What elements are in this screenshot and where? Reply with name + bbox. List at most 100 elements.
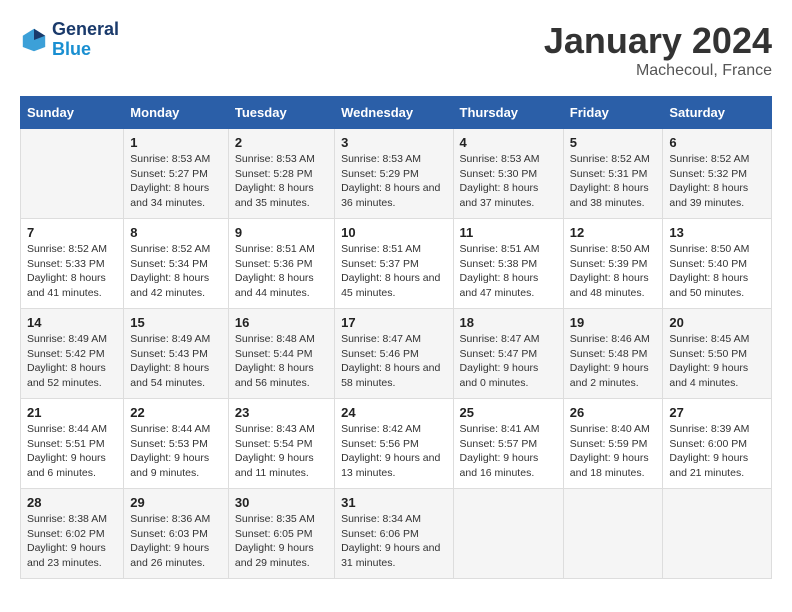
day-number: 28 [27, 495, 117, 510]
calendar-cell [563, 489, 663, 579]
day-info: Sunrise: 8:35 AMSunset: 6:05 PMDaylight:… [235, 512, 328, 571]
calendar-cell: 24Sunrise: 8:42 AMSunset: 5:56 PMDayligh… [335, 399, 453, 489]
calendar-cell: 28Sunrise: 8:38 AMSunset: 6:02 PMDayligh… [21, 489, 124, 579]
day-info: Sunrise: 8:41 AMSunset: 5:57 PMDaylight:… [460, 422, 557, 481]
day-info: Sunrise: 8:34 AMSunset: 6:06 PMDaylight:… [341, 512, 446, 571]
day-info: Sunrise: 8:49 AMSunset: 5:43 PMDaylight:… [130, 332, 222, 391]
weekday-header: Thursday [453, 97, 563, 129]
calendar-cell: 21 Sunrise: 8:44 AMSunset: 5:51 PMDayligh… [21, 399, 124, 489]
calendar-cell: 17 Sunrise: 8:47 AMSunset: 5:46 PMDayligh… [335, 309, 453, 399]
day-number: 29 [130, 495, 222, 510]
day-info: Sunrise: 8:47 AMSunset: 5:47 PMDaylight:… [460, 332, 557, 391]
calendar-cell: 4Sunrise: 8:53 AMSunset: 5:30 PMDaylight… [453, 129, 563, 219]
calendar-week-row: 14 Sunrise: 8:49 AMSunset: 5:42 PMDayligh… [21, 309, 772, 399]
weekday-header: Saturday [663, 97, 772, 129]
calendar-cell: 31Sunrise: 8:34 AMSunset: 6:06 PMDayligh… [335, 489, 453, 579]
day-info: Sunrise: 8:46 AMSunset: 5:48 PMDaylight:… [570, 332, 657, 391]
day-number: 7 [27, 225, 117, 240]
day-info: Sunrise: 8:47 AMSunset: 5:46 PMDaylight:… [341, 332, 446, 391]
day-number: 5 [570, 135, 657, 150]
calendar-cell: 12 Sunrise: 8:50 AMSunset: 5:39 PMDayligh… [563, 219, 663, 309]
calendar-cell: 8 Sunrise: 8:52 AMSunset: 5:34 PMDaylight… [124, 219, 229, 309]
day-info: Sunrise: 8:51 AMSunset: 5:36 PMDaylight:… [235, 242, 328, 301]
day-info: Sunrise: 8:42 AMSunset: 5:56 PMDaylight:… [341, 422, 446, 481]
day-number: 13 [669, 225, 765, 240]
day-number: 3 [341, 135, 446, 150]
day-info: Sunrise: 8:50 AMSunset: 5:39 PMDaylight:… [570, 242, 657, 301]
day-info: Sunrise: 8:51 AMSunset: 5:38 PMDaylight:… [460, 242, 557, 301]
calendar-cell: 22 Sunrise: 8:44 AMSunset: 5:53 PMDayligh… [124, 399, 229, 489]
location: Machecoul, France [544, 62, 772, 80]
calendar-week-row: 28Sunrise: 8:38 AMSunset: 6:02 PMDayligh… [21, 489, 772, 579]
logo: GeneralBlue [20, 20, 119, 60]
day-number: 30 [235, 495, 328, 510]
calendar-cell: 13Sunrise: 8:50 AMSunset: 5:40 PMDayligh… [663, 219, 772, 309]
day-number: 2 [235, 135, 328, 150]
calendar-cell: 30 Sunrise: 8:35 AMSunset: 6:05 PMDayligh… [228, 489, 334, 579]
logo-icon [20, 26, 48, 54]
calendar-cell [663, 489, 772, 579]
calendar-week-row: 1 Sunrise: 8:53 AMSunset: 5:27 PMDaylight… [21, 129, 772, 219]
page-header: GeneralBlue January 2024 Machecoul, Fran… [20, 20, 772, 80]
day-number: 9 [235, 225, 328, 240]
day-number: 4 [460, 135, 557, 150]
calendar-cell: 14 Sunrise: 8:49 AMSunset: 5:42 PMDayligh… [21, 309, 124, 399]
calendar-cell [21, 129, 124, 219]
month-title: January 2024 [544, 20, 772, 62]
day-info: Sunrise: 8:44 AMSunset: 5:51 PMDaylight:… [27, 422, 117, 481]
calendar-cell: 25 Sunrise: 8:41 AMSunset: 5:57 PMDayligh… [453, 399, 563, 489]
calendar-week-row: 21 Sunrise: 8:44 AMSunset: 5:51 PMDayligh… [21, 399, 772, 489]
day-info: Sunrise: 8:52 AMSunset: 5:34 PMDaylight:… [130, 242, 222, 301]
day-number: 26 [570, 405, 657, 420]
calendar-cell: 26 Sunrise: 8:40 AMSunset: 5:59 PMDayligh… [563, 399, 663, 489]
calendar-cell [453, 489, 563, 579]
day-number: 21 [27, 405, 117, 420]
calendar-cell: 2 Sunrise: 8:53 AMSunset: 5:28 PMDaylight… [228, 129, 334, 219]
calendar-cell: 16 Sunrise: 8:48 AMSunset: 5:44 PMDayligh… [228, 309, 334, 399]
day-number: 25 [460, 405, 557, 420]
calendar-cell: 23Sunrise: 8:43 AMSunset: 5:54 PMDayligh… [228, 399, 334, 489]
calendar-cell: 27 Sunrise: 8:39 AMSunset: 6:00 PMDayligh… [663, 399, 772, 489]
day-info: Sunrise: 8:44 AMSunset: 5:53 PMDaylight:… [130, 422, 222, 481]
title-area: January 2024 Machecoul, France [544, 20, 772, 80]
logo-text: GeneralBlue [52, 20, 119, 60]
day-number: 10 [341, 225, 446, 240]
header-row: SundayMondayTuesdayWednesdayThursdayFrid… [21, 97, 772, 129]
day-number: 27 [669, 405, 765, 420]
calendar-cell: 20Sunrise: 8:45 AMSunset: 5:50 PMDayligh… [663, 309, 772, 399]
day-info: Sunrise: 8:52 AMSunset: 5:32 PMDaylight:… [669, 152, 765, 211]
day-number: 1 [130, 135, 222, 150]
day-info: Sunrise: 8:52 AMSunset: 5:31 PMDaylight:… [570, 152, 657, 211]
calendar-cell: 15 Sunrise: 8:49 AMSunset: 5:43 PMDayligh… [124, 309, 229, 399]
weekday-header: Friday [563, 97, 663, 129]
day-number: 8 [130, 225, 222, 240]
calendar-cell: 18 Sunrise: 8:47 AMSunset: 5:47 PMDayligh… [453, 309, 563, 399]
calendar-week-row: 7Sunrise: 8:52 AMSunset: 5:33 PMDaylight… [21, 219, 772, 309]
day-info: Sunrise: 8:53 AMSunset: 5:29 PMDaylight:… [341, 152, 446, 211]
calendar-cell: 29 Sunrise: 8:36 AMSunset: 6:03 PMDayligh… [124, 489, 229, 579]
calendar-cell: 19Sunrise: 8:46 AMSunset: 5:48 PMDayligh… [563, 309, 663, 399]
calendar-cell: 11 Sunrise: 8:51 AMSunset: 5:38 PMDayligh… [453, 219, 563, 309]
day-number: 12 [570, 225, 657, 240]
day-number: 6 [669, 135, 765, 150]
day-number: 22 [130, 405, 222, 420]
day-number: 15 [130, 315, 222, 330]
day-info: Sunrise: 8:49 AMSunset: 5:42 PMDaylight:… [27, 332, 117, 391]
weekday-header: Sunday [21, 97, 124, 129]
day-info: Sunrise: 8:53 AMSunset: 5:28 PMDaylight:… [235, 152, 328, 211]
day-info: Sunrise: 8:45 AMSunset: 5:50 PMDaylight:… [669, 332, 765, 391]
day-number: 11 [460, 225, 557, 240]
day-number: 18 [460, 315, 557, 330]
calendar-cell: 1 Sunrise: 8:53 AMSunset: 5:27 PMDaylight… [124, 129, 229, 219]
day-info: Sunrise: 8:51 AMSunset: 5:37 PMDaylight:… [341, 242, 446, 301]
day-info: Sunrise: 8:53 AMSunset: 5:27 PMDaylight:… [130, 152, 222, 211]
day-number: 16 [235, 315, 328, 330]
day-number: 14 [27, 315, 117, 330]
day-info: Sunrise: 8:39 AMSunset: 6:00 PMDaylight:… [669, 422, 765, 481]
day-number: 17 [341, 315, 446, 330]
day-info: Sunrise: 8:40 AMSunset: 5:59 PMDaylight:… [570, 422, 657, 481]
day-info: Sunrise: 8:48 AMSunset: 5:44 PMDaylight:… [235, 332, 328, 391]
day-info: Sunrise: 8:36 AMSunset: 6:03 PMDaylight:… [130, 512, 222, 571]
calendar-cell: 7Sunrise: 8:52 AMSunset: 5:33 PMDaylight… [21, 219, 124, 309]
day-info: Sunrise: 8:43 AMSunset: 5:54 PMDaylight:… [235, 422, 328, 481]
